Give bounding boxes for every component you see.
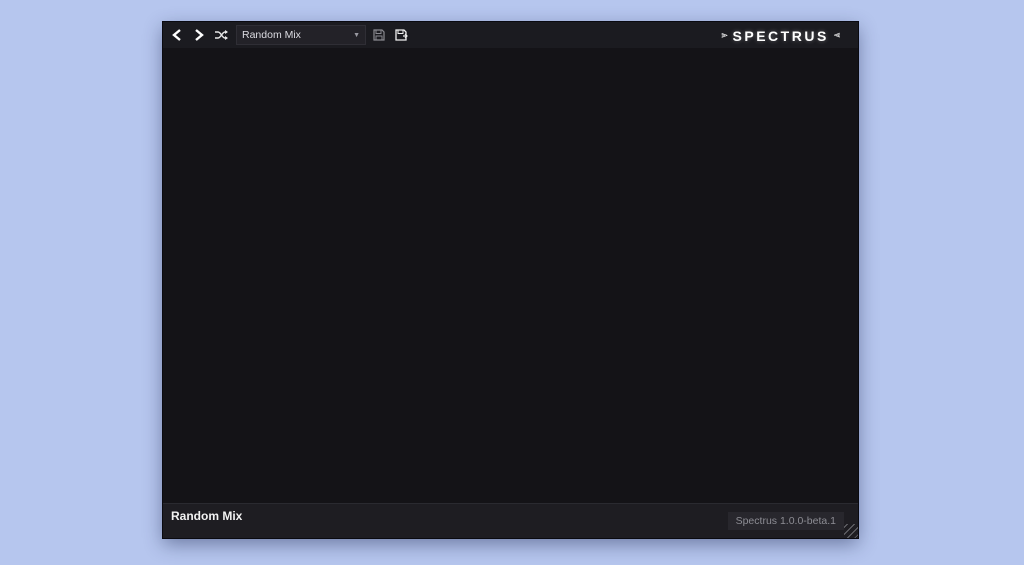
plugin-window: Random Mix ▼ ⫸ SPECTRUS ⫷ Random Mix Spe xyxy=(163,22,858,538)
save-as-icon[interactable] xyxy=(392,26,410,44)
spectrus-logo: ⫸ SPECTRUS ⫷ xyxy=(721,23,840,47)
save-icon[interactable] xyxy=(370,26,388,44)
logo-left-decoration: ⫸ xyxy=(721,30,727,40)
chevron-down-icon: ▼ xyxy=(353,32,360,39)
toolbar: Random Mix ▼ ⫸ SPECTRUS ⫷ xyxy=(163,22,858,48)
shuffle-icon[interactable] xyxy=(212,26,230,44)
module-columns xyxy=(163,48,858,504)
status-bar: Random Mix Spectrus 1.0.0-beta.1 xyxy=(163,503,858,538)
logo-text: SPECTRUS xyxy=(733,26,829,44)
current-preset-label: Random Mix xyxy=(171,509,242,523)
resize-handle[interactable] xyxy=(844,524,858,538)
next-preset-button[interactable] xyxy=(190,26,208,44)
version-label: Spectrus 1.0.0-beta.1 xyxy=(728,512,844,530)
preset-dropdown[interactable]: Random Mix ▼ xyxy=(236,25,366,45)
prev-preset-button[interactable] xyxy=(168,26,186,44)
logo-right-decoration: ⫷ xyxy=(834,30,840,40)
preset-name: Random Mix xyxy=(242,29,301,41)
